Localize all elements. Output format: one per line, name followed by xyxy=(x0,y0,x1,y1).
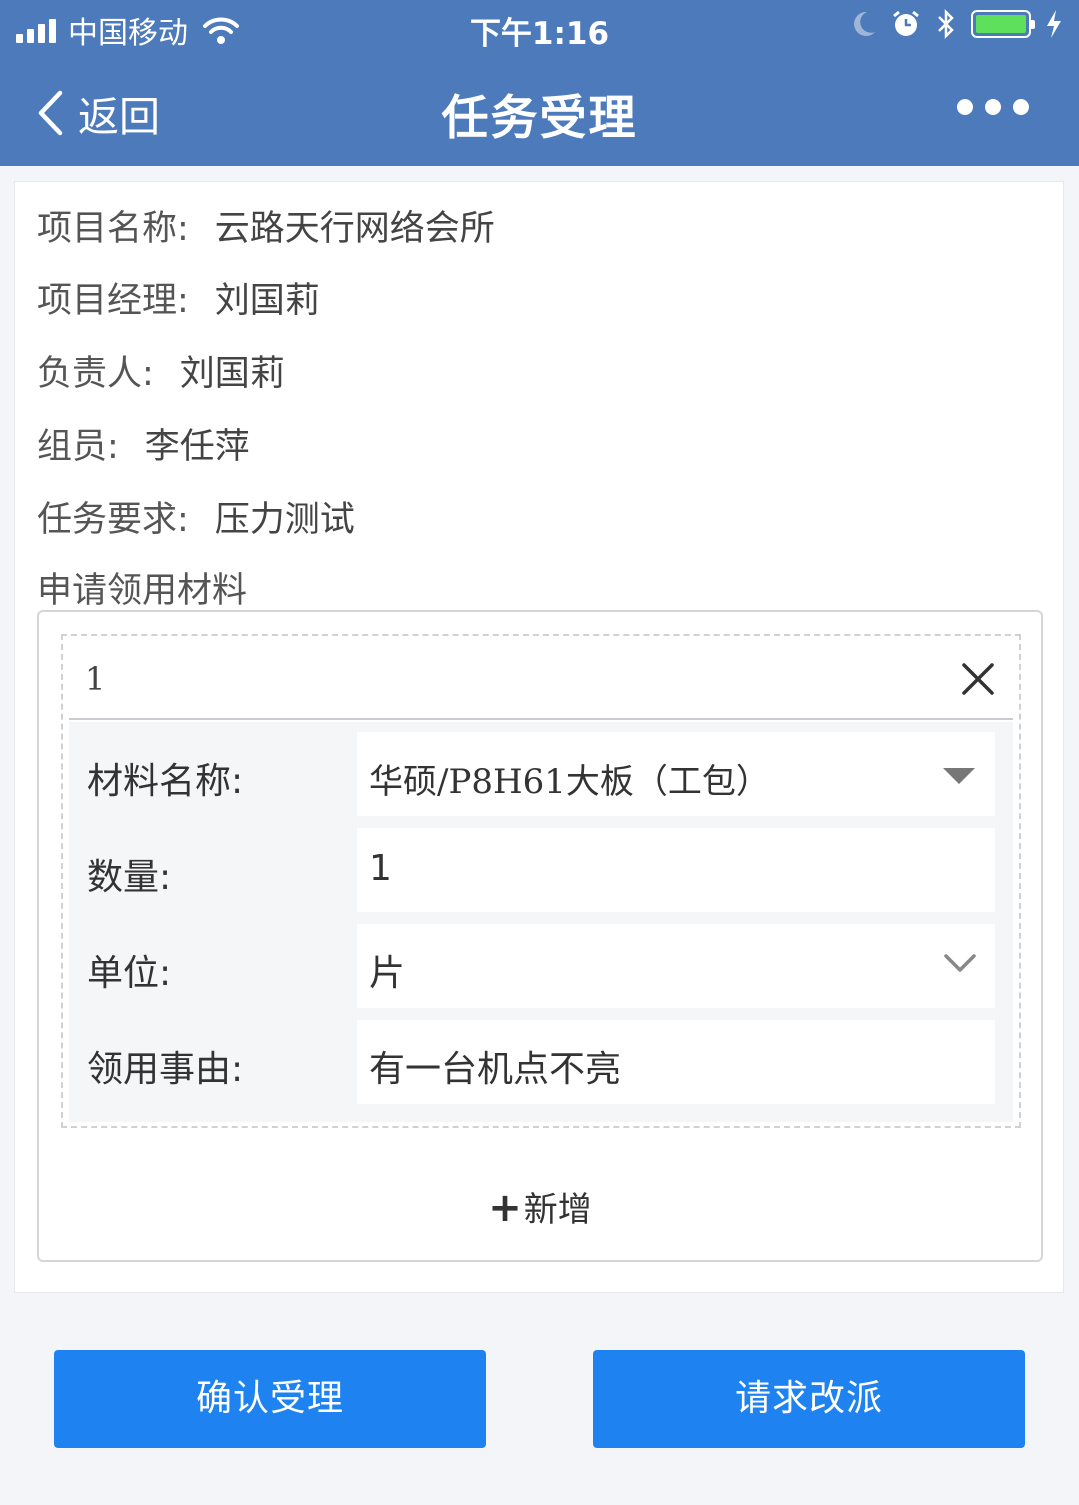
unit-label: 单位: xyxy=(87,953,172,994)
bluetooth-icon xyxy=(938,8,954,40)
unit-value: 片 xyxy=(369,953,406,994)
requirement-row: 任务要求: 压力测试 xyxy=(37,491,355,542)
plus-icon: + xyxy=(488,1185,522,1231)
materials-section-title: 申请领用材料 xyxy=(37,571,248,611)
add-material-label: 新增 xyxy=(523,1190,592,1230)
material-name-row: 材料名称: 华硕/P8H61大板（工包） xyxy=(69,732,1013,816)
battery-icon xyxy=(971,10,1035,38)
add-material-button[interactable]: +新增 xyxy=(39,1182,1041,1231)
material-name-select[interactable]: 华硕/P8H61大板（工包） xyxy=(357,732,995,816)
materials-container: 1 材料名称: 华硕/P8H61大板（工包） 数量: 1 单位: 片 领用事由:… xyxy=(37,610,1043,1262)
moon-icon xyxy=(854,11,875,36)
reason-label: 领用事由: xyxy=(87,1049,244,1090)
requirement-value: 压力测试 xyxy=(214,500,355,540)
status-right xyxy=(851,8,1063,40)
request-reassign-button[interactable]: 请求改派 xyxy=(593,1350,1025,1448)
owner-label: 负责人: xyxy=(37,354,154,394)
reason-input[interactable]: 有一台机点不亮 xyxy=(357,1020,995,1104)
nav-bar: 返回 任务受理 xyxy=(0,55,1079,166)
material-fields: 材料名称: 华硕/P8H61大板（工包） 数量: 1 单位: 片 领用事由: 有… xyxy=(69,722,1013,1122)
unit-select[interactable]: 片 xyxy=(357,924,995,1008)
quantity-value: 1 xyxy=(369,848,392,889)
status-bar: 中国移动 下午1:16 xyxy=(0,0,1079,55)
quantity-row: 数量: 1 xyxy=(69,828,1013,912)
task-card: 项目名称: 云路天行网络会所 项目经理: 刘国莉 负责人: 刘国莉 组员: 李任萍 任务… xyxy=(14,181,1064,1293)
reason-row: 领用事由: 有一台机点不亮 xyxy=(69,1020,1013,1104)
members-row: 组员: 李任萍 xyxy=(37,418,250,469)
requirement-label: 任务要求: xyxy=(37,500,189,540)
manager-label: 项目经理: xyxy=(37,281,189,321)
material-name-value: 华硕/P8H61大板（工包） xyxy=(369,762,770,802)
project-name-value: 云路天行网络会所 xyxy=(214,209,495,249)
owner-row: 负责人: 刘国莉 xyxy=(37,345,285,396)
owner-value: 刘国莉 xyxy=(179,354,285,394)
reason-value: 有一台机点不亮 xyxy=(369,1049,622,1090)
members-label: 组员: xyxy=(37,427,119,467)
charging-icon xyxy=(1047,10,1061,38)
app-header: 中国移动 下午1:16 返回 任务受理 xyxy=(0,0,1079,166)
project-name-row: 项目名称: 云路天行网络会所 xyxy=(37,200,495,251)
unit-row: 单位: 片 xyxy=(69,924,1013,1008)
material-item: 1 材料名称: 华硕/P8H61大板（工包） 数量: 1 单位: 片 领用事由:… xyxy=(61,634,1021,1128)
caret-down-icon xyxy=(943,768,975,784)
alarm-icon xyxy=(893,10,919,36)
page-title: 任务受理 xyxy=(441,91,638,146)
manager-row: 项目经理: 刘国莉 xyxy=(37,272,320,323)
chevron-down-icon xyxy=(944,954,976,972)
project-name-label: 项目名称: xyxy=(37,209,189,249)
more-menu-icon[interactable] xyxy=(957,99,1029,115)
material-item-header: 1 xyxy=(69,636,1013,720)
material-name-label: 材料名称: xyxy=(87,761,244,802)
confirm-accept-button[interactable]: 确认受理 xyxy=(54,1350,486,1448)
manager-value: 刘国莉 xyxy=(214,281,320,321)
members-value: 李任萍 xyxy=(144,427,250,467)
quantity-label: 数量: xyxy=(87,857,172,898)
material-item-index: 1 xyxy=(85,660,106,698)
close-icon[interactable] xyxy=(961,662,995,696)
quantity-input[interactable]: 1 xyxy=(357,828,995,912)
